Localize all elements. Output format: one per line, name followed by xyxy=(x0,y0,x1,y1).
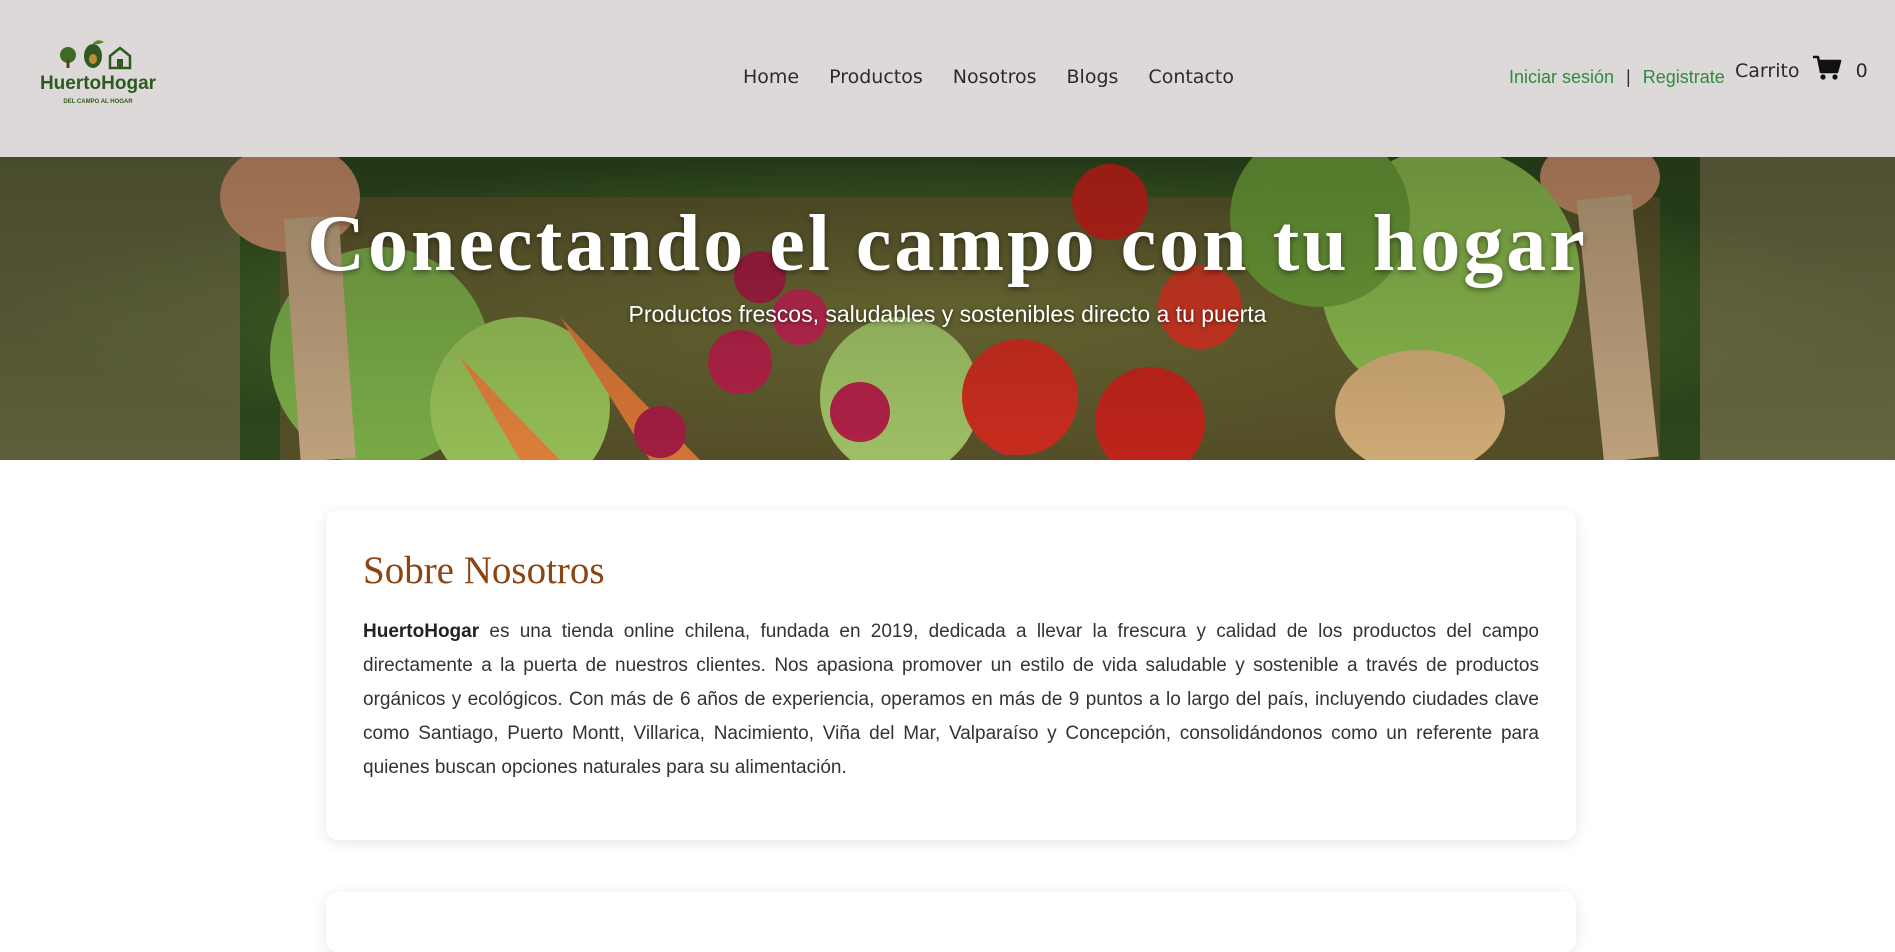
cart-icon xyxy=(1812,55,1842,86)
nav-productos[interactable]: Productos xyxy=(829,66,923,88)
brand-tagline: DEL CAMPO AL HOGAR xyxy=(63,99,133,105)
auth-links: Iniciar sesión | Registrate xyxy=(1509,67,1725,88)
about-paragraph: HuertoHogar es una tienda online chilena… xyxy=(363,615,1539,785)
cart-count: 0 xyxy=(1855,59,1868,82)
site-header: HuertoHogar DEL CAMPO AL HOGAR Home Prod… xyxy=(0,0,1895,157)
nav-blogs[interactable]: Blogs xyxy=(1067,66,1119,88)
nav-contacto[interactable]: Contacto xyxy=(1148,66,1234,88)
hero-subtitle: Productos frescos, saludables y sostenib… xyxy=(628,301,1267,327)
about-card: Sobre Nosotros HuertoHogar es una tienda… xyxy=(326,510,1576,840)
logo-icon: HuertoHogar DEL CAMPO AL HOGAR xyxy=(40,40,157,105)
auth-separator: | xyxy=(1626,67,1631,87)
hero-banner: Conectando el campo con tu hogar Product… xyxy=(0,157,1895,460)
brand-name: HuertoHogar xyxy=(40,73,157,94)
register-link[interactable]: Registrate xyxy=(1643,67,1725,88)
main-nav: Home Productos Nosotros Blogs Contacto xyxy=(743,66,1234,88)
brand-logo[interactable]: HuertoHogar DEL CAMPO AL HOGAR xyxy=(38,40,158,112)
nav-home[interactable]: Home xyxy=(743,66,799,88)
cart-button[interactable]: Carrito 0 xyxy=(1735,55,1868,86)
about-title: Sobre Nosotros xyxy=(363,549,605,592)
login-link[interactable]: Iniciar sesión xyxy=(1509,67,1614,88)
about-body: es una tienda online chilena, fundada en… xyxy=(363,621,1539,778)
nav-nosotros[interactable]: Nosotros xyxy=(953,66,1037,88)
hero-title: Conectando el campo con tu hogar xyxy=(307,200,1588,288)
cart-label: Carrito xyxy=(1735,59,1800,82)
about-brand: HuertoHogar xyxy=(363,621,480,642)
next-section-card xyxy=(326,892,1576,952)
